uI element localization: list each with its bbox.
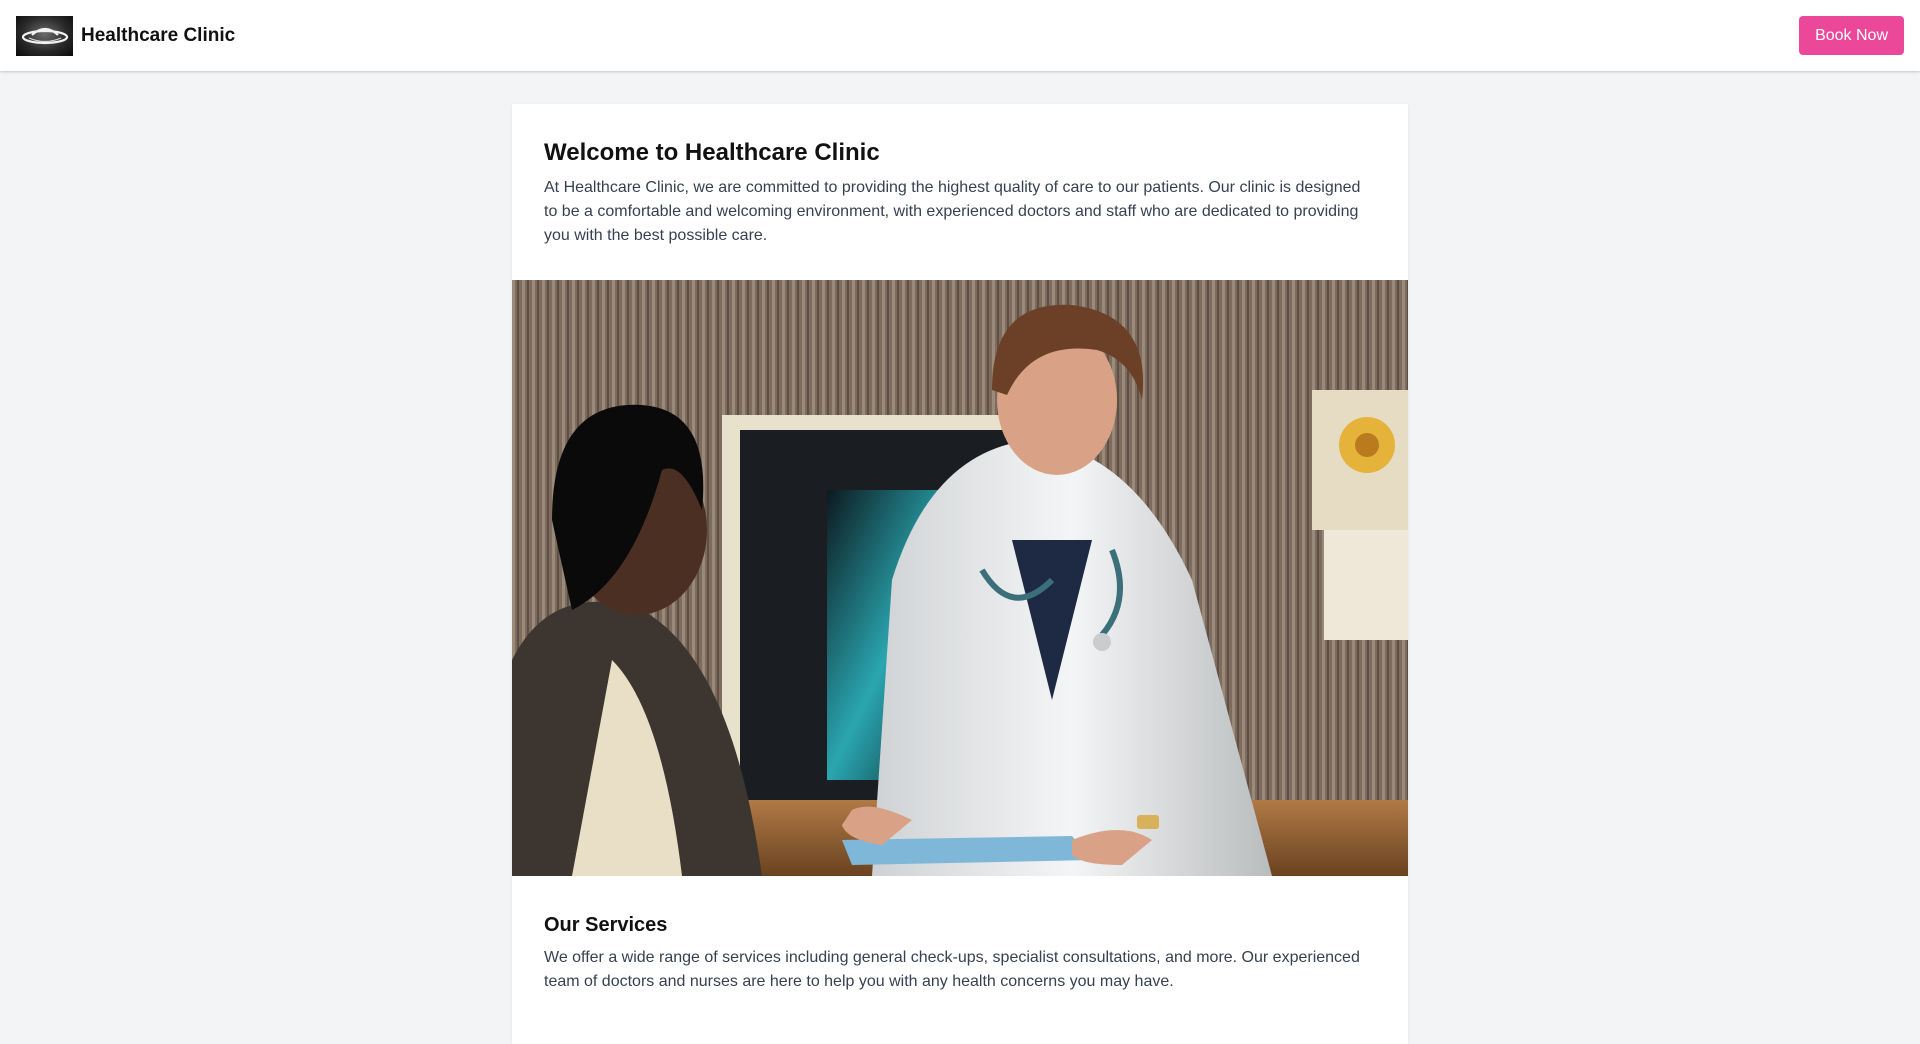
book-now-button[interactable]: Book Now (1799, 16, 1904, 55)
services-title: Our Services (544, 914, 668, 936)
welcome-text: At Healthcare Clinic, we are committed t… (544, 179, 1361, 244)
welcome-section: Welcome to Healthcare Clinic At Healthca… (512, 104, 1408, 280)
welcome-title: Welcome to Healthcare Clinic (544, 139, 880, 166)
clinic-logo-icon (16, 15, 73, 56)
brand[interactable]: Healthcare Clinic (16, 15, 236, 56)
services-text: We offer a wide range of services includ… (544, 949, 1360, 990)
top-navbar: Healthcare Clinic Book Now (0, 0, 1920, 71)
doctor-consultation-photo (512, 280, 1408, 876)
services-section: Our Services We offer a wide range of se… (512, 876, 1408, 1026)
brand-name: Healthcare Clinic (81, 24, 236, 46)
content-card: Welcome to Healthcare Clinic At Healthca… (512, 104, 1408, 1044)
